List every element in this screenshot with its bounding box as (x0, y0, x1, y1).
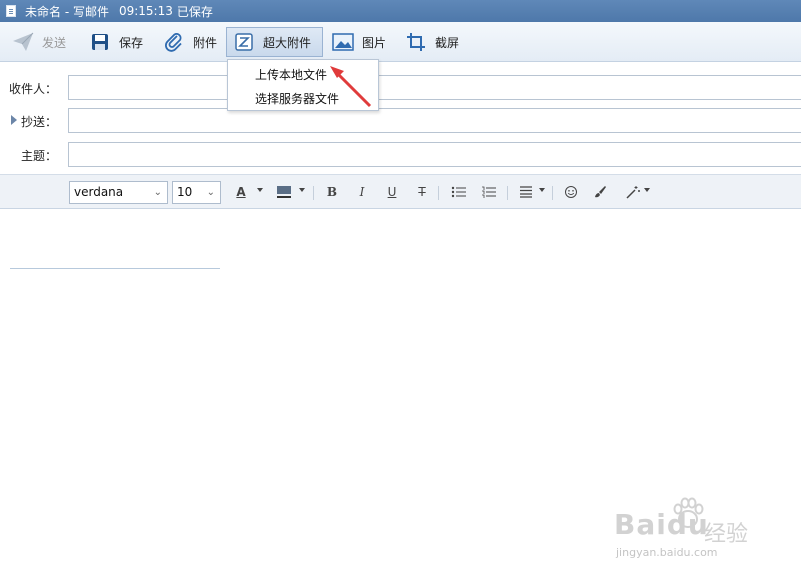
to-input[interactable] (68, 75, 801, 100)
mail-compose-window: 未命名 - 写邮件 09:15:13 已保存 发送 保存 附件 超大附件 图片 … (0, 0, 801, 584)
cc-row: 抄送： (0, 108, 801, 134)
send-label: 发送 (42, 35, 67, 50)
divider (507, 186, 508, 200)
to-row: 收件人： (0, 75, 801, 101)
highlight-color-icon[interactable] (275, 183, 293, 201)
font-family-select[interactable]: verdana ⌄ (69, 181, 168, 204)
paperclip-icon (163, 31, 185, 53)
save-status: 已保存 (176, 4, 213, 19)
font-color-icon[interactable]: A (232, 183, 250, 201)
document-icon (6, 5, 16, 17)
image-label: 图片 (362, 35, 387, 50)
font-size-select[interactable]: 10 ⌄ (172, 181, 221, 204)
font-size-value: 10 (177, 185, 193, 199)
numbered-list-icon[interactable] (480, 183, 498, 201)
screenshot-button[interactable]: 截屏 (399, 27, 465, 57)
cc-input[interactable] (68, 108, 801, 133)
window-title: 未命名 - 写邮件 (25, 4, 109, 19)
subject-row: 主题： (0, 142, 801, 168)
watermark-url: jingyan.baidu.com (616, 546, 718, 559)
save-label: 保存 (119, 35, 144, 50)
floppy-disk-icon (89, 31, 111, 53)
save-time: 09:15:13 (118, 4, 173, 18)
caret-down-icon[interactable] (299, 188, 305, 192)
expand-triangle-icon[interactable] (11, 115, 17, 125)
image-button[interactable]: 图片 (326, 27, 392, 57)
chevron-down-icon: ⌄ (206, 187, 215, 198)
cc-label: 抄送： (20, 115, 57, 129)
caret-down-icon[interactable] (539, 188, 545, 192)
divider (438, 186, 439, 200)
menu-item-upload-local[interactable]: 上传本地文件 (255, 66, 327, 83)
watermark-brand: Baidu (614, 508, 709, 541)
underline-icon[interactable]: U (383, 183, 401, 201)
crop-icon (405, 31, 427, 53)
super-attach-button[interactable]: 超大附件 (226, 27, 323, 57)
baidu-jingyan-watermark: Baidu 经验 jingyan.baidu.com (612, 496, 762, 568)
font-family-value: verdana (74, 185, 124, 199)
screenshot-label: 截屏 (435, 35, 460, 50)
align-icon[interactable] (517, 183, 535, 201)
caret-down-icon[interactable] (644, 188, 650, 192)
paper-plane-icon (12, 31, 34, 53)
italic-icon[interactable]: I (353, 183, 371, 201)
menu-item-select-server[interactable]: 选择服务器文件 (255, 90, 339, 107)
emoji-icon[interactable] (562, 183, 580, 201)
save-button[interactable]: 保存 (83, 27, 149, 57)
z-box-icon (233, 31, 255, 53)
chevron-down-icon: ⌄ (153, 187, 162, 198)
attach-label: 附件 (193, 35, 218, 50)
divider (552, 186, 553, 200)
bold-icon[interactable]: B (323, 183, 341, 201)
toolbar: 发送 保存 附件 超大附件 图片 截屏 (0, 22, 801, 62)
watermark-jingyan: 经验 (704, 522, 749, 547)
magic-wand-icon[interactable] (624, 183, 642, 201)
send-button[interactable]: 发送 (6, 27, 72, 57)
divider (313, 186, 314, 200)
subject-label: 主题： (20, 149, 57, 163)
strikethrough-icon[interactable]: T (413, 183, 431, 201)
super-attach-label: 超大附件 (263, 35, 312, 50)
caret-down-icon[interactable] (257, 188, 263, 192)
signature-divider (10, 268, 220, 269)
bulleted-list-icon[interactable] (450, 183, 468, 201)
picture-icon (332, 31, 354, 53)
subject-input[interactable] (68, 142, 801, 167)
attach-button[interactable]: 附件 (157, 27, 223, 57)
format-toolbar: verdana ⌄ 10 ⌄ A B I U T (0, 174, 801, 209)
title-bar: 未命名 - 写邮件 09:15:13 已保存 (0, 0, 801, 22)
to-label: 收件人： (8, 82, 57, 96)
annotation-arrow (330, 66, 372, 108)
brush-icon[interactable] (591, 183, 609, 201)
